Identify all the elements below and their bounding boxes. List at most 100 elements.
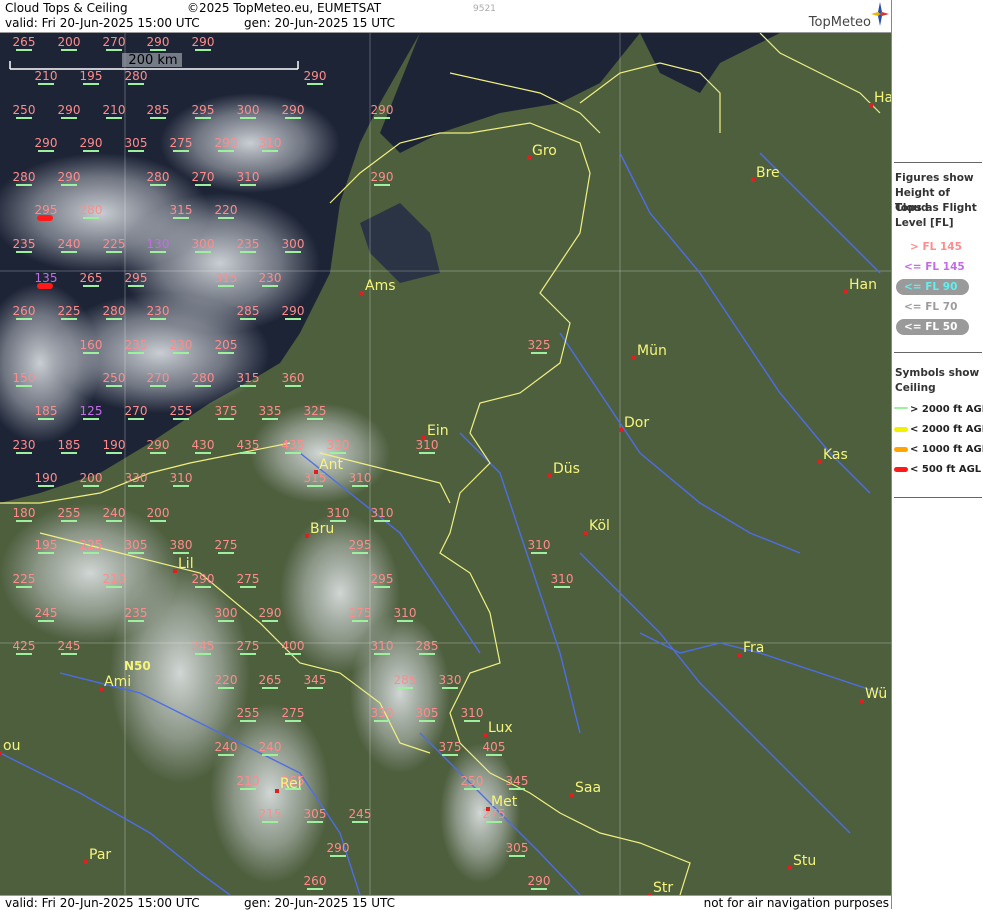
flight-level-value: 265 [13, 35, 36, 49]
flight-level-label: 360 [282, 371, 304, 387]
flight-level-label: 310 [461, 706, 483, 722]
city-name: Saa [575, 780, 601, 796]
flight-level-value: 290 [147, 438, 170, 452]
city-marker: Mün [632, 343, 667, 360]
flight-level-value: 185 [58, 438, 81, 452]
flight-level-label: 290 [215, 136, 237, 152]
flight-level-label: 280 [13, 170, 35, 186]
flight-level-value: 295 [192, 103, 215, 117]
legend-ceiling-above-2000: > 2000 ft AGL [910, 404, 983, 415]
city-dot-icon [548, 474, 552, 478]
city-dot-icon [869, 103, 873, 107]
city-name: Dor [624, 415, 649, 431]
flight-level-label: 290 [528, 874, 551, 890]
flight-level-value: 305 [304, 807, 327, 821]
legend-ceiling-below-2000: < 2000 ft AGL [910, 424, 983, 435]
flight-level-label: 310 [349, 471, 372, 487]
flight-level-label: 235 [237, 237, 259, 253]
flight-level-label: 280 [147, 170, 170, 186]
flight-level-label: 290 [192, 35, 214, 51]
city-dot-icon [860, 699, 864, 703]
city-marker: Lux [483, 720, 513, 737]
flight-level-label: 425 [13, 639, 35, 655]
flight-level-label: 435 [237, 438, 260, 454]
city-name: Düs [553, 461, 580, 477]
flight-level-label: 195 [80, 69, 102, 85]
flight-level-value: 275 [215, 538, 238, 552]
flight-level-label: 330 [371, 706, 393, 722]
flight-level-value: 310 [551, 572, 574, 586]
flight-level-label: 225 [103, 237, 125, 253]
flight-level-value: 245 [35, 606, 58, 620]
city-marker: Gro [527, 143, 557, 160]
flight-level-value: 280 [147, 170, 170, 184]
flight-level-value: 335 [259, 404, 282, 418]
compass-logo-icon [871, 2, 889, 26]
flight-level-label: 220 [215, 673, 237, 689]
flight-level-value: 135 [35, 271, 58, 285]
legend-title-line: Tops as Flight [895, 202, 977, 214]
flight-level-label: 310 [327, 506, 349, 522]
city-marker: Kas [818, 447, 848, 464]
flight-level-value: 295 [371, 572, 394, 586]
map-title: Cloud Tops & Ceiling [5, 1, 128, 15]
flight-level-value: 290 [528, 874, 551, 888]
flight-level-label: 250 [461, 774, 484, 790]
flight-level-value: 250 [461, 774, 484, 788]
flight-level-label: 230 [259, 271, 281, 287]
city-marker: Stu [788, 853, 816, 870]
city-name: Wü [865, 686, 887, 702]
flight-level-label: 245 [349, 807, 371, 823]
flight-level-label: 125 [80, 404, 102, 420]
satellite-map[interactable]: 265 200 270 290 290 210 195 280 290 250 290 210 285 2… [0, 33, 891, 895]
flight-level-label: 435 [282, 438, 304, 454]
city-dot-icon [422, 436, 426, 440]
flight-level-label: 225 [80, 538, 102, 554]
flight-level-value: 305 [125, 538, 148, 552]
flight-level-label: 290 [80, 136, 102, 152]
city-marker: Düs [548, 461, 580, 478]
legend-fl-50: <= FL 50 [904, 321, 958, 333]
flight-level-value: 190 [35, 471, 58, 485]
flight-level-label: 280 [103, 304, 125, 320]
city-marker: Ant [314, 457, 343, 474]
flight-level-label: 335 [259, 404, 282, 420]
flight-level-value: 220 [215, 203, 238, 217]
legend-divider [894, 497, 982, 498]
flight-level-label: 260 [13, 304, 36, 320]
city-dot-icon [570, 793, 574, 797]
city-marker: Ami [99, 674, 131, 691]
flight-level-label: 325 [528, 338, 550, 354]
city-name: Met [491, 794, 518, 810]
flight-level-value: 430 [192, 438, 215, 452]
flight-level-label: 200 [58, 35, 80, 51]
flight-level-value: 290 [58, 103, 81, 117]
flight-level-label: 290 [304, 69, 326, 85]
flight-level-label: 300 [237, 103, 260, 119]
city-dot-icon [619, 428, 623, 432]
flight-level-value: 310 [371, 506, 394, 520]
flight-level-label: 325 [304, 404, 326, 420]
city-dot-icon [99, 687, 103, 691]
flight-level-value: 310 [259, 136, 282, 150]
city-name: Str [653, 880, 673, 895]
flight-level-label: 290 [282, 103, 304, 119]
flight-level-label: 305 [304, 807, 327, 823]
flight-level-value: 190 [103, 438, 126, 452]
city-name: Rei [280, 776, 302, 792]
flight-level-value: 260 [13, 304, 36, 318]
flight-level-value: 435 [237, 438, 260, 452]
city-dot-icon [84, 860, 88, 864]
flight-level-value: 310 [416, 438, 439, 452]
flight-level-value: 235 [125, 338, 148, 352]
legend-ceiling-below-1000: < 1000 ft AGL [910, 444, 983, 455]
flight-level-value: 300 [237, 103, 260, 117]
city-dot-icon [486, 807, 490, 811]
flight-level-label: 290 [147, 35, 169, 51]
flight-level-label: 275 [349, 606, 371, 622]
legend-fl-70: <= FL 70 [904, 301, 958, 313]
flight-level-value: 310 [371, 639, 394, 653]
flight-level-value: 310 [394, 606, 417, 620]
flight-level-value: 310 [349, 471, 372, 485]
flight-level-value: 230 [170, 338, 193, 352]
